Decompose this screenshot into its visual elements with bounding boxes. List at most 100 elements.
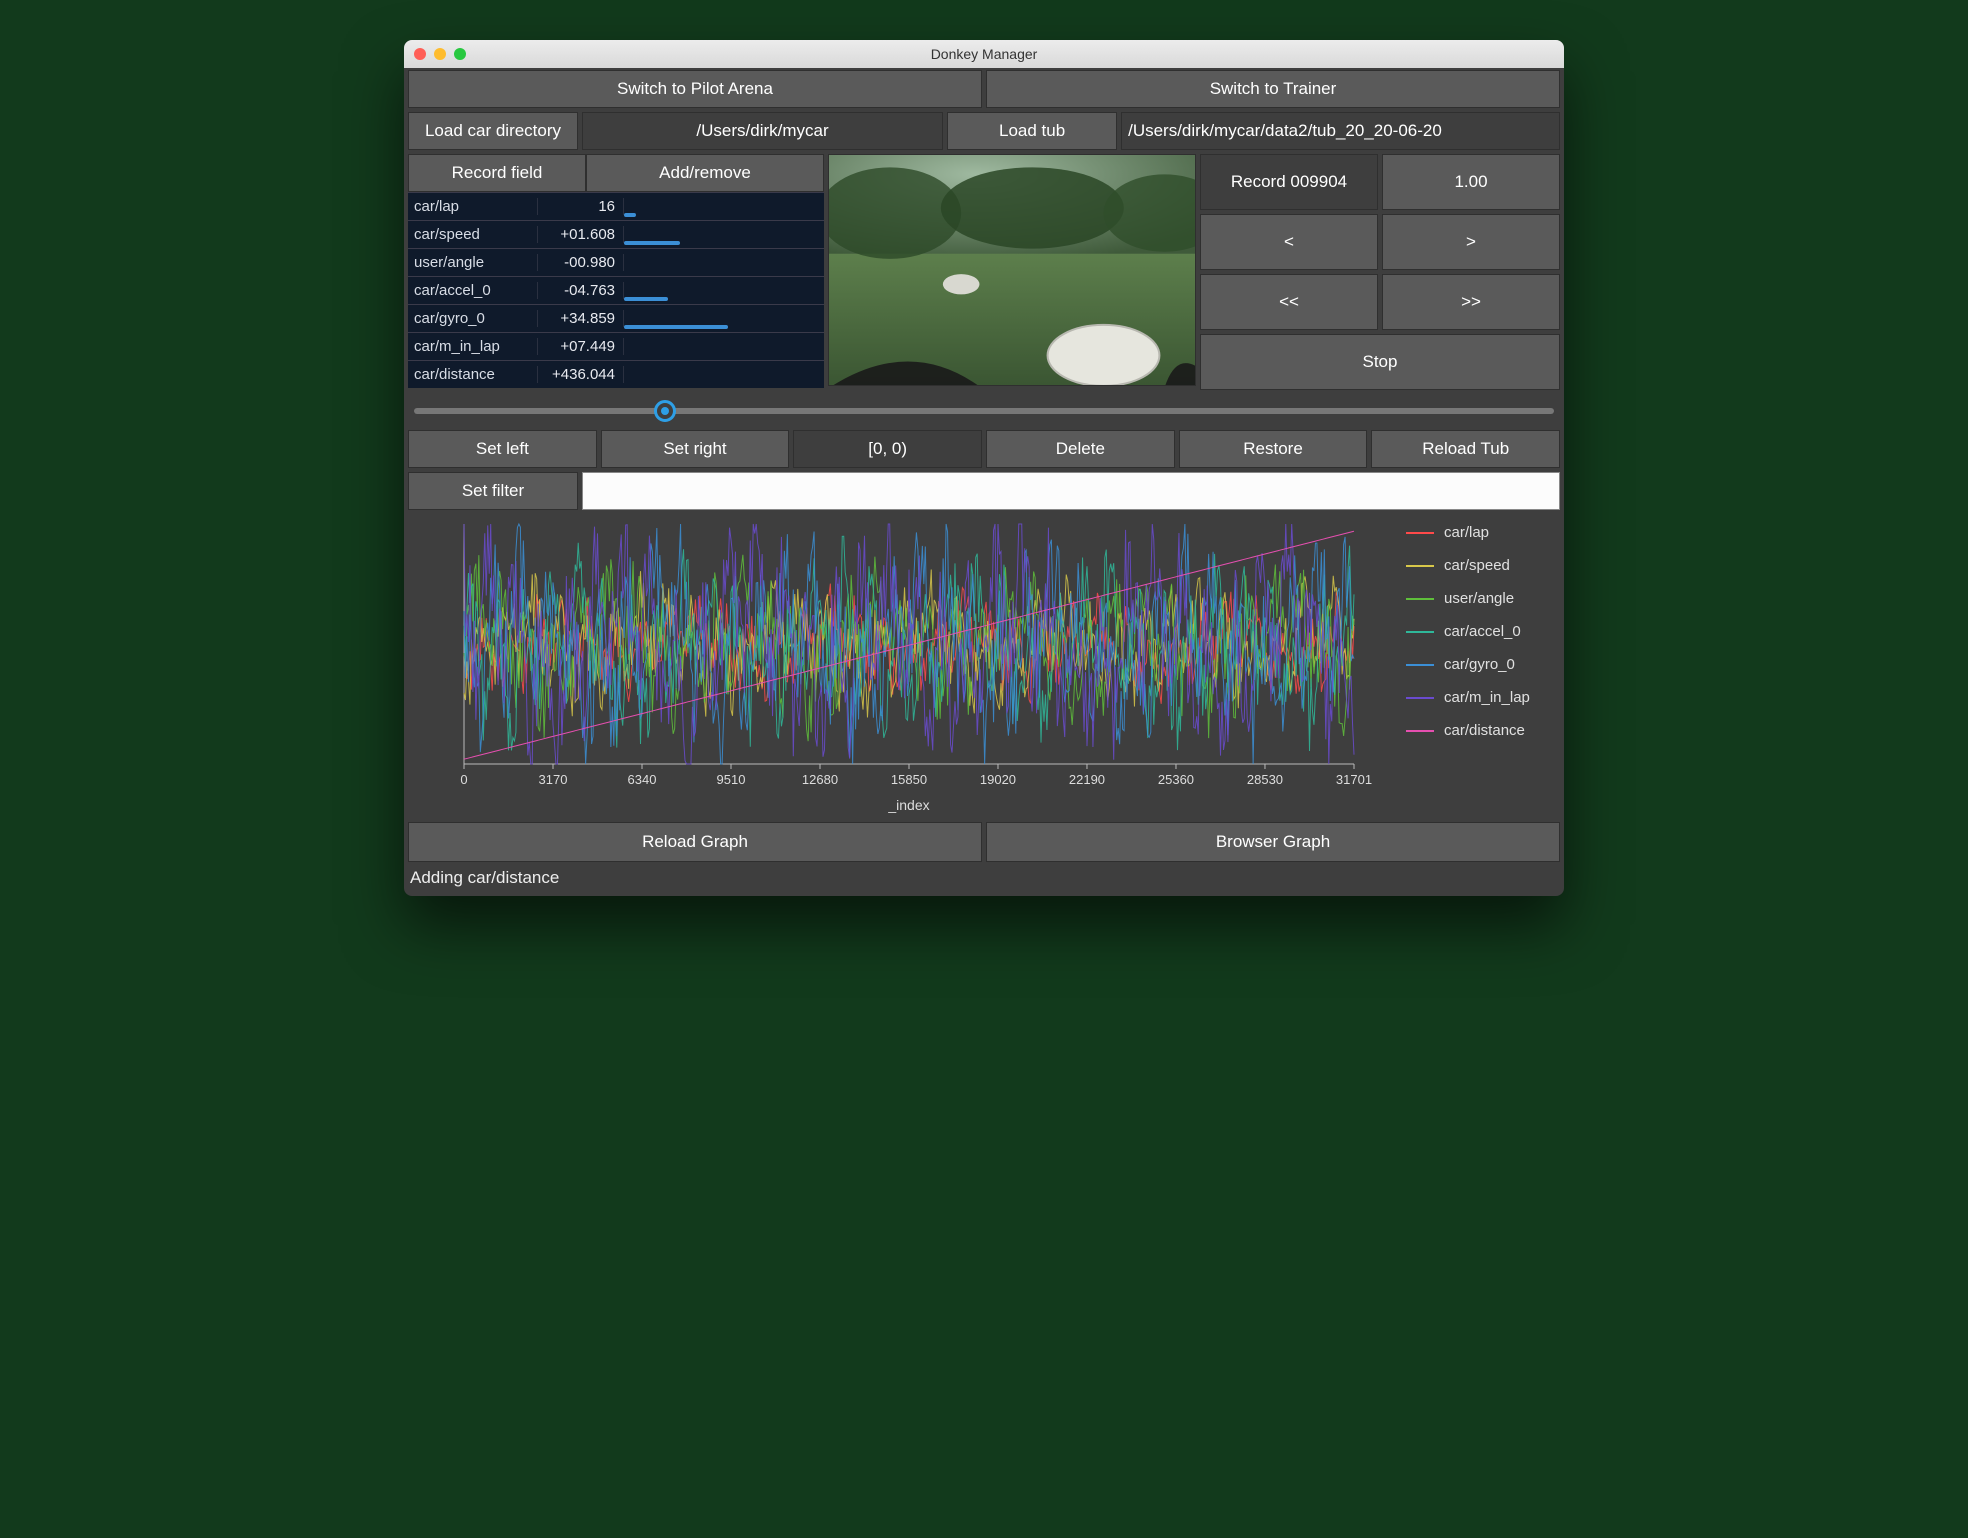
legend-label: car/distance	[1444, 722, 1525, 739]
svg-text:19020: 19020	[980, 772, 1016, 787]
bottom-buttons: Reload Graph Browser Graph	[404, 820, 1564, 864]
top-tabs: Switch to Pilot Arena Switch to Trainer	[404, 68, 1564, 110]
field-row[interactable]: car/speed+01.608	[408, 220, 824, 248]
field-value: -04.763	[538, 282, 624, 299]
delete-button[interactable]: Delete	[986, 430, 1175, 468]
legend-swatch	[1406, 532, 1434, 534]
svg-text:6340: 6340	[628, 772, 657, 787]
set-filter-button[interactable]: Set filter	[408, 472, 578, 510]
legend-swatch	[1406, 664, 1434, 666]
legend-swatch	[1406, 697, 1434, 699]
legend-item[interactable]: car/gyro_0	[1406, 656, 1554, 673]
scrubber[interactable]	[414, 398, 1554, 422]
window-title: Donkey Manager	[404, 46, 1564, 62]
legend-swatch	[1406, 730, 1434, 732]
field-row[interactable]: car/gyro_0+34.859	[408, 304, 824, 332]
svg-text:22190: 22190	[1069, 772, 1105, 787]
svg-text:3170: 3170	[539, 772, 568, 787]
status-bar: Adding car/distance	[404, 864, 1564, 896]
legend-label: car/accel_0	[1444, 623, 1521, 640]
step-back-button[interactable]: <	[1200, 214, 1378, 270]
restore-button[interactable]: Restore	[1179, 430, 1368, 468]
edit-actions: Set left Set right [0, 0) Delete Restore…	[404, 428, 1564, 470]
chart-wrap: 0 3170 6340 9510 12680 15850 19020 22190 25360 28…	[404, 512, 1564, 820]
switch-trainer-button[interactable]: Switch to Trainer	[986, 70, 1560, 108]
field-value: 16	[538, 198, 624, 215]
chart-plot: 0 3170 6340 9510 12680 15850 19020 22190 25360 28…	[408, 516, 1400, 816]
svg-text:31701: 31701	[1336, 772, 1372, 787]
field-name: car/m_in_lap	[408, 338, 538, 355]
set-right-button[interactable]: Set right	[601, 430, 790, 468]
field-row[interactable]: car/m_in_lap+07.449	[408, 332, 824, 360]
field-row[interactable]: car/distance+436.044	[408, 360, 824, 388]
field-value: +34.859	[538, 310, 624, 327]
svg-text:9510: 9510	[717, 772, 746, 787]
field-value: -00.980	[538, 254, 624, 271]
field-name: car/speed	[408, 226, 538, 243]
fast-back-button[interactable]: <<	[1200, 274, 1378, 330]
legend-label: car/gyro_0	[1444, 656, 1515, 673]
record-speed[interactable]: 1.00	[1382, 154, 1560, 210]
car-path-label: /Users/dirk/mycar	[582, 112, 943, 150]
scrubber-track	[414, 408, 1554, 414]
svg-text:25360: 25360	[1158, 772, 1194, 787]
legend-item[interactable]: car/speed	[1406, 557, 1554, 574]
field-row[interactable]: car/accel_0-04.763	[408, 276, 824, 304]
legend-label: car/lap	[1444, 524, 1489, 541]
svg-text:_index: _index	[887, 797, 929, 813]
browser-graph-button[interactable]: Browser Graph	[986, 822, 1560, 862]
set-left-button[interactable]: Set left	[408, 430, 597, 468]
step-fwd-button[interactable]: >	[1382, 214, 1560, 270]
record-fields-panel: Record field Add/remove car/lap16car/spe…	[408, 154, 824, 390]
field-name: car/distance	[408, 366, 538, 383]
legend-item[interactable]: car/m_in_lap	[1406, 689, 1554, 706]
tub-path-label: /Users/dirk/mycar/data2/tub_20_20-06-20	[1121, 112, 1560, 150]
svg-text:0: 0	[460, 772, 467, 787]
load-car-button[interactable]: Load car directory	[408, 112, 578, 150]
titlebar: Donkey Manager	[404, 40, 1564, 68]
record-field-header: Record field	[408, 154, 586, 192]
switch-pilot-button[interactable]: Switch to Pilot Arena	[408, 70, 982, 108]
add-remove-button[interactable]: Add/remove	[586, 154, 824, 192]
app-window: Donkey Manager Switch to Pilot Arena Swi…	[404, 40, 1564, 896]
chart-legend: car/lap car/speed user/angle car/accel_0car…	[1400, 516, 1560, 816]
legend-item[interactable]: car/distance	[1406, 722, 1554, 739]
record-label: Record 009904	[1200, 154, 1378, 210]
playback-panel: Record 009904 1.00 < > << >> Stop	[1200, 154, 1560, 390]
field-row[interactable]: car/lap16	[408, 192, 824, 220]
field-row[interactable]: user/angle-00.980	[408, 248, 824, 276]
svg-text:28530: 28530	[1247, 772, 1283, 787]
camera-view	[828, 154, 1196, 386]
legend-swatch	[1406, 565, 1434, 567]
legend-swatch	[1406, 631, 1434, 633]
reload-graph-button[interactable]: Reload Graph	[408, 822, 982, 862]
svg-text:15850: 15850	[891, 772, 927, 787]
field-value: +436.044	[538, 366, 624, 383]
reload-tub-button[interactable]: Reload Tub	[1371, 430, 1560, 468]
field-name: car/lap	[408, 198, 538, 215]
fast-fwd-button[interactable]: >>	[1382, 274, 1560, 330]
stop-button[interactable]: Stop	[1200, 334, 1560, 390]
legend-item[interactable]: car/lap	[1406, 524, 1554, 541]
field-name: user/angle	[408, 254, 538, 271]
legend-label: user/angle	[1444, 590, 1514, 607]
range-label: [0, 0)	[793, 430, 982, 468]
field-value: +07.449	[538, 338, 624, 355]
legend-swatch	[1406, 598, 1434, 600]
legend-item[interactable]: car/accel_0	[1406, 623, 1554, 640]
legend-label: car/m_in_lap	[1444, 689, 1530, 706]
legend-item[interactable]: user/angle	[1406, 590, 1554, 607]
mid-section: Record field Add/remove car/lap16car/spe…	[404, 152, 1564, 392]
scrubber-thumb[interactable]	[654, 400, 676, 422]
svg-text:12680: 12680	[802, 772, 838, 787]
load-tub-button[interactable]: Load tub	[947, 112, 1117, 150]
filter-input[interactable]	[582, 472, 1560, 510]
scrubber-wrap	[404, 392, 1564, 428]
paths-row: Load car directory /Users/dirk/mycar Loa…	[404, 110, 1564, 152]
field-name: car/gyro_0	[408, 310, 538, 327]
field-value: +01.608	[538, 226, 624, 243]
chart-box: 0 3170 6340 9510 12680 15850 19020 22190 25360 28…	[408, 516, 1560, 816]
filter-row: Set filter	[404, 470, 1564, 512]
legend-label: car/speed	[1444, 557, 1510, 574]
field-name: car/accel_0	[408, 282, 538, 299]
